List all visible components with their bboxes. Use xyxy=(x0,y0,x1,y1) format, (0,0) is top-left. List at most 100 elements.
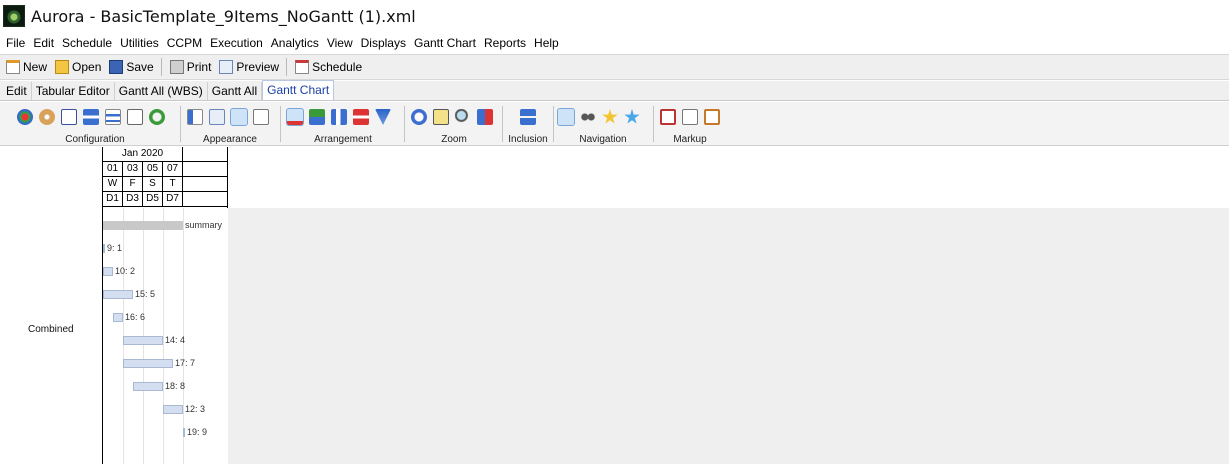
column-split-icon[interactable] xyxy=(230,108,248,126)
markup-doc-icon[interactable] xyxy=(682,109,698,125)
task-bar[interactable] xyxy=(123,336,163,345)
task-bar[interactable] xyxy=(163,405,183,414)
day-cell: 03 xyxy=(123,162,143,176)
summary-bar[interactable] xyxy=(103,221,183,230)
ribbon-group-arrangement: Arrangement xyxy=(284,106,402,145)
task-bar[interactable] xyxy=(133,382,163,391)
schedule-button[interactable]: Schedule xyxy=(292,57,365,77)
printer-icon xyxy=(169,60,184,74)
daycode-cell: D1 xyxy=(103,192,123,206)
new-button[interactable]: New xyxy=(3,57,50,77)
clock-icon[interactable] xyxy=(411,109,427,125)
folder-open-icon xyxy=(55,60,70,74)
save-disk-icon xyxy=(109,60,124,74)
menu-edit[interactable]: Edit xyxy=(29,36,58,50)
weekday-cell: T xyxy=(163,177,183,191)
daycode-cell: D5 xyxy=(143,192,163,206)
ribbon-separator xyxy=(553,106,554,142)
task-bar[interactable] xyxy=(103,267,113,276)
layout-icon[interactable] xyxy=(253,109,269,125)
task-bar[interactable] xyxy=(103,290,133,299)
daycode-cell: D3 xyxy=(123,192,143,206)
task-label: 10: 2 xyxy=(115,266,136,276)
tab-gantt-all[interactable]: Gantt All xyxy=(208,82,263,100)
magnifier-icon[interactable] xyxy=(455,109,471,125)
calendar-icon xyxy=(295,60,310,74)
ribbon-group-inclusion: Inclusion xyxy=(504,106,552,145)
day-row: 01 03 05 07 xyxy=(103,162,228,177)
ribbon-group-label: Navigation xyxy=(579,134,627,145)
title-bar: Aurora - BasicTemplate_9Items_NoGantt (1… xyxy=(0,0,1229,32)
tab-tabular-editor[interactable]: Tabular Editor xyxy=(32,82,115,100)
colors-icon[interactable] xyxy=(17,109,33,125)
task-bar[interactable] xyxy=(183,428,185,437)
collapse-icon[interactable] xyxy=(375,109,391,125)
menu-displays[interactable]: Displays xyxy=(357,36,410,50)
tab-gantt-all-wbs[interactable]: Gantt All (WBS) xyxy=(115,82,208,100)
ribbon-separator xyxy=(502,106,503,142)
task-label: 16: 6 xyxy=(125,312,146,322)
tab-gantt-chart[interactable]: Gantt Chart xyxy=(262,80,335,100)
task-label: 17: 7 xyxy=(175,358,196,368)
month-label: Jan 2020 xyxy=(103,147,183,161)
preview-button[interactable]: Preview xyxy=(216,57,282,77)
task-bar[interactable] xyxy=(113,313,123,322)
ribbon-group-label: Markup xyxy=(673,134,707,145)
ribbon-group-label: Inclusion xyxy=(508,134,548,145)
menu-ccpm[interactable]: CCPM xyxy=(163,36,206,50)
filter-icon[interactable] xyxy=(61,109,77,125)
edit-notes-icon[interactable] xyxy=(127,109,143,125)
include-tasks-icon[interactable] xyxy=(520,109,536,125)
sort-down-icon[interactable] xyxy=(286,108,304,126)
palette-icon[interactable] xyxy=(39,109,55,125)
preview-label: Preview xyxy=(236,60,280,74)
refresh-icon[interactable] xyxy=(149,109,165,125)
move-up-icon[interactable] xyxy=(309,109,325,125)
binoculars-icon[interactable] xyxy=(580,109,596,125)
task-bar[interactable] xyxy=(123,359,173,368)
toolbar-separator xyxy=(286,58,288,76)
menu-utilities[interactable]: Utilities xyxy=(116,36,163,50)
pointer-icon[interactable] xyxy=(557,108,575,126)
day-cell: 05 xyxy=(143,162,163,176)
save-label: Save xyxy=(126,60,154,74)
tree-icon[interactable] xyxy=(331,109,347,125)
menu-analytics[interactable]: Analytics xyxy=(267,36,323,50)
menu-bar: File Edit Schedule Utilities CCPM Execut… xyxy=(0,33,1229,53)
legend-icon[interactable] xyxy=(187,109,203,125)
print-button[interactable]: Print xyxy=(167,57,215,77)
menu-help[interactable]: Help xyxy=(530,36,563,50)
open-button[interactable]: Open xyxy=(52,57,104,77)
menu-schedule[interactable]: Schedule xyxy=(58,36,116,50)
menu-execution[interactable]: Execution xyxy=(206,36,267,50)
star-blue-icon[interactable] xyxy=(624,109,640,124)
menu-file[interactable]: File xyxy=(2,36,29,50)
outline-icon[interactable] xyxy=(105,109,121,125)
menu-view[interactable]: View xyxy=(323,36,357,50)
split-icon[interactable] xyxy=(353,109,369,125)
task-label: 18: 8 xyxy=(165,381,186,391)
month-row: Jan 2020 xyxy=(103,147,228,162)
task-label: summary xyxy=(185,220,223,230)
ribbon-separator xyxy=(180,106,181,142)
row-group-label: Combined xyxy=(28,324,74,335)
tab-edit[interactable]: Edit xyxy=(2,82,32,100)
markup-m-icon[interactable] xyxy=(660,109,676,125)
zoom-range-icon[interactable] xyxy=(477,109,493,125)
zoom-fit-icon[interactable] xyxy=(433,109,449,125)
menu-gantt-chart[interactable]: Gantt Chart xyxy=(410,36,480,50)
print-label: Print xyxy=(186,60,212,74)
star-icon[interactable] xyxy=(602,109,618,124)
preview-icon xyxy=(219,60,234,74)
markup-m-alt-icon[interactable] xyxy=(704,109,720,125)
image-settings-icon[interactable] xyxy=(209,109,225,125)
menu-reports[interactable]: Reports xyxy=(480,36,530,50)
gantt-view: Combined Jan 2020 01 03 05 07 W F S T D1… xyxy=(0,147,1229,464)
task-bar[interactable] xyxy=(103,244,105,253)
hierarchy-icon[interactable] xyxy=(83,109,99,125)
save-button[interactable]: Save xyxy=(106,57,156,77)
ribbon-group-appearance: Appearance xyxy=(184,106,276,145)
ribbon-group-markup: Markup xyxy=(657,106,723,145)
ribbon-group-zoom: Zoom xyxy=(408,106,500,145)
new-label: New xyxy=(23,60,48,74)
